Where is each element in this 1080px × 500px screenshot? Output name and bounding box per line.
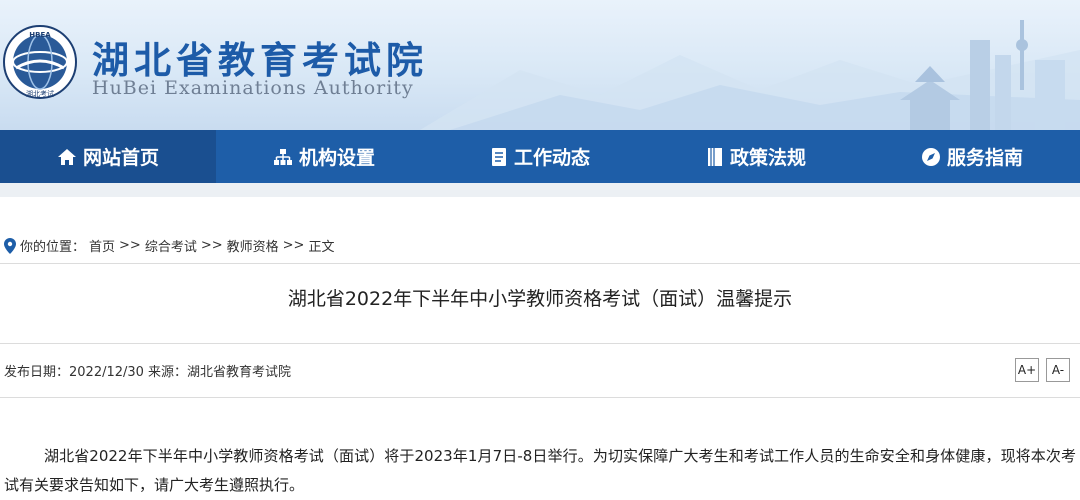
hbea-logo[interactable]: HBEA 湖北考试 bbox=[2, 24, 78, 100]
divider bbox=[0, 343, 1080, 344]
font-increase-button[interactable]: A+ bbox=[1015, 358, 1039, 382]
breadcrumb-separator: >> bbox=[119, 238, 141, 253]
article-paragraph: 湖北省2022年下半年中小学教师资格考试（面试）将于2023年1月7日-8日举行… bbox=[4, 447, 1076, 494]
article-meta: 发布日期：2022/12/30 来源：湖北省教育考试院 bbox=[4, 365, 292, 380]
site-header: HBEA 湖北考试 湖北省教育考试院 HuBei Examinations Au… bbox=[0, 0, 1080, 130]
breadcrumb-comprehensive-exam[interactable]: 综合考试 bbox=[145, 236, 197, 255]
nav-item-service-guide[interactable]: 服务指南 bbox=[864, 130, 1080, 183]
nav-item-organization[interactable]: 机构设置 bbox=[216, 130, 432, 183]
location-pin-icon bbox=[4, 237, 16, 254]
nav-item-policy[interactable]: 政策法规 bbox=[648, 130, 864, 183]
nav-label: 政策法规 bbox=[729, 147, 806, 169]
org-chart-icon bbox=[273, 148, 292, 165]
breadcrumb-prefix: 你的位置： bbox=[20, 240, 86, 255]
font-decrease-button[interactable]: A- bbox=[1046, 358, 1070, 382]
site-title: 湖北省教育考试院 bbox=[92, 38, 428, 82]
nav-label: 网站首页 bbox=[82, 147, 159, 169]
home-icon bbox=[57, 148, 76, 165]
main-nav: 网站首页 机构设置 工作动态 政策法规 服务指南 bbox=[0, 130, 1080, 183]
breadcrumb-teacher-qualification[interactable]: 教师资格 bbox=[227, 236, 279, 255]
nav-item-work-news[interactable]: 工作动态 bbox=[432, 130, 648, 183]
svg-text:HBEA: HBEA bbox=[29, 31, 51, 39]
nav-label: 服务指南 bbox=[946, 147, 1023, 169]
breadcrumb: 你的位置： 首页 >> 综合考试 >> 教师资格 >> 正文 bbox=[4, 236, 338, 255]
document-icon bbox=[491, 147, 506, 166]
breadcrumb-home[interactable]: 首页 bbox=[89, 236, 115, 255]
article-title: 湖北省2022年下半年中小学教师资格考试（面试）温馨提示 bbox=[287, 288, 793, 310]
compass-icon bbox=[921, 147, 940, 166]
breadcrumb-separator: >> bbox=[200, 238, 223, 253]
site-subtitle: HuBei Examinations Authority bbox=[92, 77, 414, 99]
breadcrumb-separator: >> bbox=[282, 238, 305, 253]
skyline-illustration bbox=[900, 20, 1065, 130]
divider bbox=[0, 263, 1080, 264]
nav-shadow-strip bbox=[0, 183, 1080, 197]
nav-label: 工作动态 bbox=[513, 147, 590, 169]
font-size-controls: A+ A- bbox=[1015, 358, 1070, 382]
divider bbox=[0, 397, 1080, 398]
nav-label: 机构设置 bbox=[298, 147, 375, 169]
nav-item-home[interactable]: 网站首页 bbox=[0, 130, 216, 183]
book-icon bbox=[707, 147, 722, 166]
svg-text:湖北考试: 湖北考试 bbox=[26, 89, 54, 98]
breadcrumb-current: 正文 bbox=[308, 240, 335, 255]
